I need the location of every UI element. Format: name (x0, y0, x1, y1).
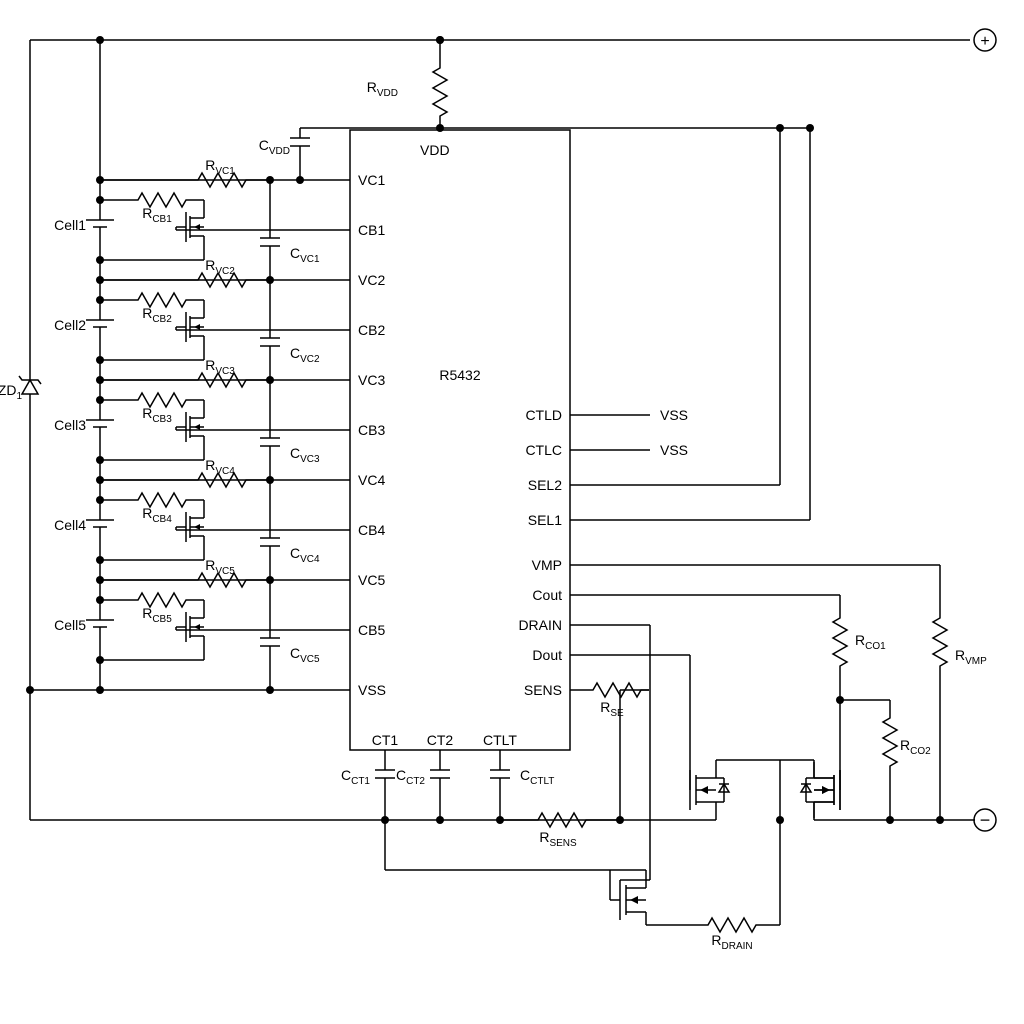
ic-name: R5432 (439, 367, 480, 383)
pin-vdd: VDD (420, 142, 450, 158)
pin-cb5: CB5 (358, 622, 385, 638)
svg-text:RCO2: RCO2 (900, 737, 931, 757)
svg-text:CCT1: CCT1 (341, 767, 370, 787)
svg-text:Cell5: Cell5 (54, 617, 86, 633)
pin-ct1: CT1 (372, 732, 399, 748)
svg-text:RCO1: RCO1 (855, 632, 886, 652)
svg-text:RVC1: RVC1 (205, 157, 235, 177)
svg-text:CVC2: CVC2 (290, 345, 320, 365)
svg-text:Cell3: Cell3 (54, 417, 86, 433)
svg-text:RCB4: RCB4 (142, 505, 172, 525)
pin-vc1: VC1 (358, 172, 385, 188)
svg-text:CVC3: CVC3 (290, 445, 320, 465)
pin-cb3: CB3 (358, 422, 385, 438)
svg-text:CVDD: CVDD (259, 137, 290, 157)
pin-ctlc: CTLC (525, 442, 562, 458)
svg-text:VSS: VSS (660, 407, 688, 423)
zener-diode (19, 370, 41, 404)
pin-cout: Cout (532, 587, 562, 603)
drain-fet (620, 875, 646, 925)
svg-text:RVMP: RVMP (955, 647, 987, 667)
svg-text:CCTLT: CCTLT (520, 767, 554, 787)
pin-cb1: CB1 (358, 222, 385, 238)
svg-text:RVC4: RVC4 (205, 457, 235, 477)
svg-text:Cell1: Cell1 (54, 217, 86, 233)
pin-ct2: CT2 (427, 732, 454, 748)
pin-drain: DRAIN (518, 617, 562, 633)
svg-text:RVC5: RVC5 (205, 557, 235, 577)
pin-dout: Dout (532, 647, 562, 663)
svg-text:VSS: VSS (660, 442, 688, 458)
svg-text:+: + (980, 33, 989, 50)
pin-vc3: VC3 (358, 372, 385, 388)
pin-vss: VSS (358, 682, 386, 698)
pin-ctlt: CTLT (483, 732, 517, 748)
pin-sens: SENS (524, 682, 562, 698)
svg-text:RCB5: RCB5 (142, 605, 172, 625)
svg-text:RCB3: RCB3 (142, 405, 172, 425)
svg-text:−: − (980, 810, 991, 830)
svg-text:RCB2: RCB2 (142, 305, 172, 325)
svg-text:ZD1: ZD1 (0, 382, 22, 402)
svg-text:RCB1: RCB1 (142, 205, 172, 225)
svg-text:RVDD: RVDD (367, 79, 398, 99)
svg-text:RSENS: RSENS (539, 829, 577, 849)
svg-text:RVC3: RVC3 (205, 357, 235, 377)
svg-text:RVC2: RVC2 (205, 257, 235, 277)
cell1 (86, 210, 114, 237)
pin-sel2: SEL2 (528, 477, 562, 493)
discharge-fet (690, 762, 729, 818)
pin-vc4: VC4 (358, 472, 385, 488)
pin-sel1: SEL1 (528, 512, 562, 528)
pin-cb2: CB2 (358, 322, 385, 338)
svg-text:Cell4: Cell4 (54, 517, 86, 533)
svg-text:CVC5: CVC5 (290, 645, 320, 665)
svg-text:Cell2: Cell2 (54, 317, 86, 333)
svg-text:CVC4: CVC4 (290, 545, 320, 565)
svg-text:CCT2: CCT2 (396, 767, 425, 787)
pin-vc5: VC5 (358, 572, 385, 588)
svg-text:RDRAIN: RDRAIN (711, 932, 752, 952)
pin-vmp: VMP (532, 557, 562, 573)
svg-text:CVC1: CVC1 (290, 245, 320, 265)
pin-cb4: CB4 (358, 522, 385, 538)
pin-ctld: CTLD (525, 407, 562, 423)
pin-vc2: VC2 (358, 272, 385, 288)
